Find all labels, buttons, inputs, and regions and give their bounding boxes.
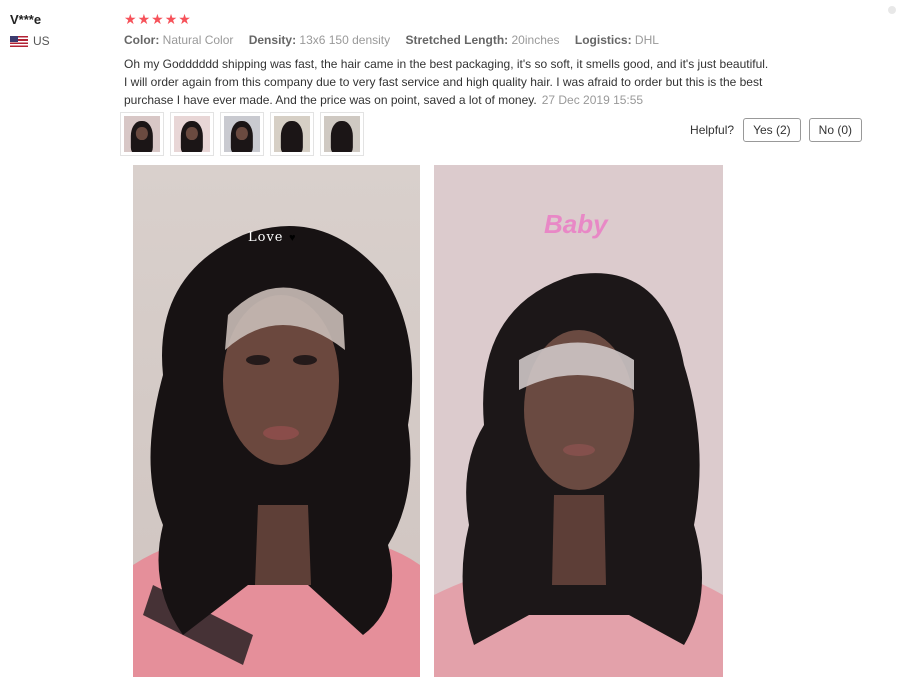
attribute-density: Density: 13x6 150 density <box>248 33 391 47</box>
helpful-vote: Helpful? Yes (2) No (0) <box>690 118 862 142</box>
helpful-label: Helpful? <box>690 123 735 137</box>
country-code: US <box>33 34 50 48</box>
review-text: Oh my Godddddd shipping was fast, the ha… <box>124 55 774 109</box>
star-icon: ★ <box>178 11 191 27</box>
review-body: Oh my Godddddd shipping was fast, the ha… <box>124 57 769 107</box>
attribute-color: Color: Natural Color <box>124 33 234 47</box>
love-sticker: Love <box>248 230 284 245</box>
helpful-no-button[interactable]: No (0) <box>808 118 862 142</box>
reviewer-name: V***e <box>10 12 42 27</box>
corner-dot <box>888 6 896 14</box>
attribute-length: Stretched Length: 20inches <box>405 33 560 47</box>
review-photo[interactable]: Baby <box>434 165 723 677</box>
review-thumbnail[interactable] <box>270 112 314 156</box>
star-rating: ★ ★ ★ ★ ★ <box>124 11 191 27</box>
star-icon: ★ <box>164 11 178 27</box>
us-flag-icon <box>10 35 28 47</box>
review-date: 27 Dec 2019 15:55 <box>541 93 644 107</box>
review-thumbnail[interactable] <box>220 112 264 156</box>
review-photo[interactable]: Love ♥ <box>133 165 420 677</box>
review-thumbnails <box>120 112 364 156</box>
review-thumbnail[interactable] <box>120 112 164 156</box>
star-icon: ★ <box>151 11 164 27</box>
product-attributes: Color: Natural Color Density: 13x6 150 d… <box>124 33 671 47</box>
heart-icon: ♥ <box>289 232 296 244</box>
helpful-yes-button[interactable]: Yes (2) <box>743 118 801 142</box>
baby-sticker: Baby <box>544 209 609 239</box>
reviewer-country: US <box>10 34 50 48</box>
review-thumbnail[interactable] <box>170 112 214 156</box>
review-thumbnail[interactable] <box>320 112 364 156</box>
attribute-logistics: Logistics: DHL <box>574 33 659 47</box>
star-icon: ★ <box>124 11 137 27</box>
star-icon: ★ <box>137 11 151 27</box>
